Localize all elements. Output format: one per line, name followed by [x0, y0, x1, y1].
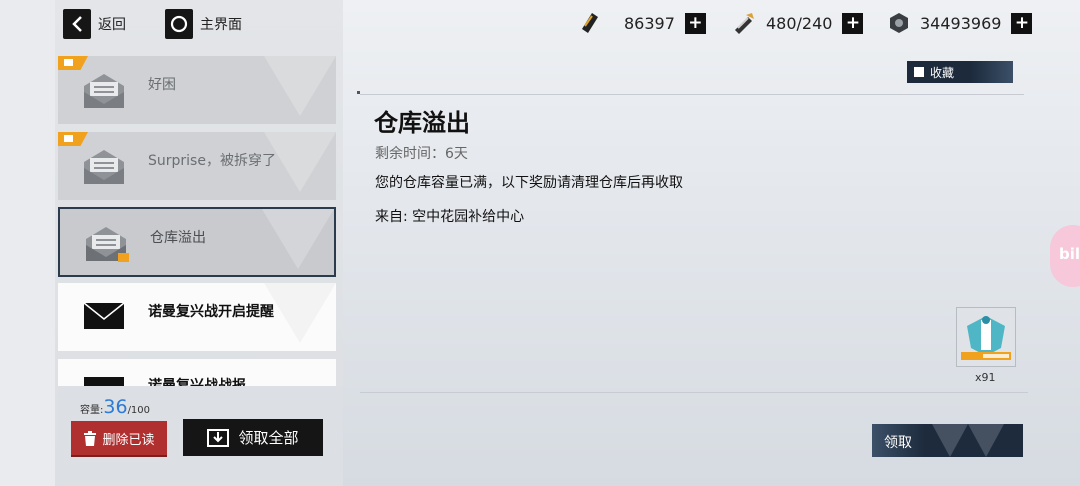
- resource-value: 34493969: [920, 13, 1002, 33]
- mail-sender: 来自: 空中花园补给中心: [375, 209, 525, 225]
- left-margin: [0, 0, 55, 486]
- envelope-open-icon: [84, 150, 124, 184]
- home-button[interactable]: 主界面: [165, 9, 242, 39]
- coin-icon: [890, 13, 908, 33]
- add-fuel-button[interactable]: +: [842, 12, 864, 34]
- favorite-button[interactable]: 收藏: [907, 61, 1013, 83]
- detail-bottom-divider: [360, 392, 1028, 393]
- back-arrow-icon: [63, 9, 91, 39]
- mail-item-5[interactable]: 诺曼复兴战战报: [58, 359, 336, 386]
- favorite-label: 收藏: [930, 65, 955, 80]
- mail-item-title: 仓库溢出: [150, 230, 206, 246]
- folder-flag-icon: [58, 132, 88, 146]
- trash-icon: [84, 430, 97, 446]
- envelope-closed-icon: [84, 377, 124, 386]
- claim-all-button[interactable]: 领取全部: [183, 419, 323, 456]
- download-icon: [207, 428, 230, 447]
- envelope-closed-icon: [83, 302, 125, 329]
- resource-ticket: 86397 +: [578, 10, 706, 36]
- ticket-icon: [582, 13, 598, 33]
- reward-quantity: x91: [975, 371, 996, 384]
- delete-read-label: 删除已读: [102, 432, 155, 448]
- bilibili-float-button[interactable]: bili: [1050, 225, 1080, 287]
- claim-label: 领取: [884, 435, 912, 451]
- mail-item-3[interactable]: 仓库溢出: [58, 207, 336, 277]
- capacity-max: /100: [127, 405, 151, 416]
- home-circle-icon: [165, 9, 193, 39]
- resource-coin: 34493969 +: [888, 10, 1033, 36]
- add-ticket-button[interactable]: +: [684, 12, 706, 34]
- item-decoration: [264, 283, 336, 343]
- resource-value: 480/240: [766, 13, 833, 33]
- mail-item-title: 诺曼复兴战战报: [148, 378, 246, 386]
- bili-label: bili: [1059, 245, 1080, 263]
- reward-item-icon: [957, 308, 1015, 366]
- resource-fuel: 480/240 +: [732, 10, 864, 36]
- home-label: 主界面: [200, 17, 242, 33]
- resource-value: 86397: [624, 13, 675, 33]
- document-icon: [914, 67, 924, 77]
- envelope-open-icon: [84, 74, 124, 108]
- reward-item[interactable]: [956, 307, 1016, 367]
- mail-item-title: 好困: [148, 77, 176, 93]
- mail-item-title: 诺曼复兴战开启提醒: [148, 304, 274, 320]
- claim-deco: [932, 424, 968, 457]
- capacity-label: 容量:: [80, 405, 104, 416]
- mail-item-title: Surprise，被拆穿了: [148, 153, 276, 169]
- fuel-icon: [735, 13, 754, 34]
- envelope-open-attachment-icon: [86, 227, 129, 262]
- folder-flag-icon: [58, 56, 88, 70]
- mail-capacity: 容量:36/100: [80, 396, 150, 418]
- claim-deco: [968, 424, 1004, 457]
- remaining-time: 剩余时间：6天: [375, 146, 468, 162]
- claim-all-label: 领取全部: [238, 429, 299, 447]
- mail-item-2[interactable]: Surprise，被拆穿了: [58, 132, 336, 200]
- item-decoration: [264, 56, 336, 116]
- capacity-current: 36: [103, 396, 128, 418]
- mail-item-1[interactable]: 好困: [58, 56, 336, 124]
- back-button[interactable]: 返回: [63, 9, 126, 39]
- claim-button[interactable]: 领取: [872, 424, 1023, 457]
- item-decoration: [262, 209, 334, 269]
- mail-body-text: 您的仓库容量已满，以下奖励请清理仓库后再收取: [375, 175, 683, 191]
- detail-top-divider: [360, 94, 1024, 95]
- delete-read-button[interactable]: 删除已读: [71, 421, 167, 455]
- add-coin-button[interactable]: +: [1011, 12, 1033, 34]
- mail-detail-title: 仓库溢出: [374, 109, 470, 137]
- back-label: 返回: [98, 17, 126, 33]
- mail-item-4[interactable]: 诺曼复兴战开启提醒: [58, 283, 336, 351]
